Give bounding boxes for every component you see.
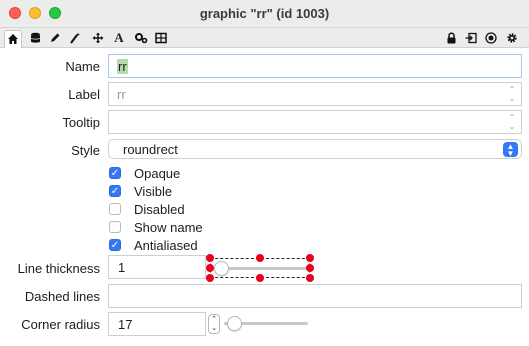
move-icon[interactable] <box>89 30 107 46</box>
gears-icon[interactable] <box>132 30 150 46</box>
resize-handle-bottom-right[interactable] <box>306 274 314 282</box>
disabled-checkbox[interactable] <box>109 203 121 215</box>
inspector-window: graphic "rr" (id 1003) A Name rr Label r… <box>0 0 529 346</box>
resize-handle-bottom-left[interactable] <box>206 274 214 282</box>
label-field[interactable]: rr ⌃ ⌄ <box>108 82 522 106</box>
name-label: Name <box>65 59 100 74</box>
home-icon[interactable] <box>4 30 22 48</box>
opaque-label: Opaque <box>134 166 181 181</box>
target-icon[interactable] <box>482 30 500 46</box>
window-title: graphic "rr" (id 1003) <box>199 6 330 21</box>
style-label: Style <box>71 143 100 158</box>
resize-handle-top[interactable] <box>256 254 264 262</box>
dashed-lines-field[interactable] <box>108 284 522 308</box>
corner-radius-label: Corner radius <box>21 317 100 332</box>
name-value: rr <box>117 59 128 74</box>
resize-handle-right[interactable] <box>306 264 314 272</box>
corner-radius-stepper[interactable]: ⌃ ⌄ <box>208 314 220 334</box>
tooltip-stepper-icon[interactable]: ⌃ ⌄ <box>507 113 517 131</box>
magic-wand-icon[interactable] <box>66 30 84 46</box>
antialiased-label: Antialiased <box>134 238 198 253</box>
tooltip-label: Tooltip <box>62 115 100 130</box>
style-value: roundrect <box>123 142 178 157</box>
text-icon[interactable]: A <box>110 30 128 46</box>
label-label: Label <box>68 87 100 102</box>
visible-label: Visible <box>134 184 173 199</box>
label-stepper-icon[interactable]: ⌃ ⌄ <box>507 85 517 103</box>
visible-checkbox[interactable]: ✓ <box>109 185 121 197</box>
style-popup[interactable]: roundrect ▲ ▼ <box>108 139 522 159</box>
resize-handle-top-left[interactable] <box>206 254 214 262</box>
line-thickness-label: Line thickness <box>17 261 100 276</box>
inspector-toolbar: A <box>0 28 529 48</box>
line-thickness-value: 1 <box>118 260 126 275</box>
antialiased-checkbox[interactable]: ✓ <box>109 239 121 251</box>
lock-icon[interactable] <box>442 30 460 46</box>
show-name-checkbox[interactable] <box>109 221 121 233</box>
corner-radius-field[interactable]: 17 <box>108 312 206 336</box>
export-icon[interactable] <box>462 30 480 46</box>
label-value: rr <box>117 87 126 102</box>
opaque-checkbox[interactable]: ✓ <box>109 167 121 179</box>
pen-icon[interactable] <box>46 30 64 46</box>
resize-handle-top-right[interactable] <box>306 254 314 262</box>
disabled-label: Disabled <box>134 202 185 217</box>
layout-icon[interactable] <box>152 30 170 46</box>
popup-arrows-icon: ▲ ▼ <box>503 142 518 158</box>
dashed-lines-label: Dashed lines <box>24 289 100 304</box>
show-name-label: Show name <box>134 220 203 235</box>
line-thickness-field[interactable]: 1 <box>108 255 206 279</box>
database-icon[interactable] <box>26 30 44 46</box>
resize-handle-bottom[interactable] <box>256 274 264 282</box>
tooltip-field[interactable]: ⌃ ⌄ <box>108 110 522 134</box>
name-field[interactable]: rr <box>108 54 522 78</box>
title-bar: graphic "rr" (id 1003) <box>0 0 529 28</box>
resize-handle-left[interactable] <box>206 264 214 272</box>
corner-radius-slider-knob[interactable] <box>227 316 242 331</box>
gear-icon[interactable] <box>503 30 521 46</box>
corner-radius-value: 17 <box>118 317 133 332</box>
